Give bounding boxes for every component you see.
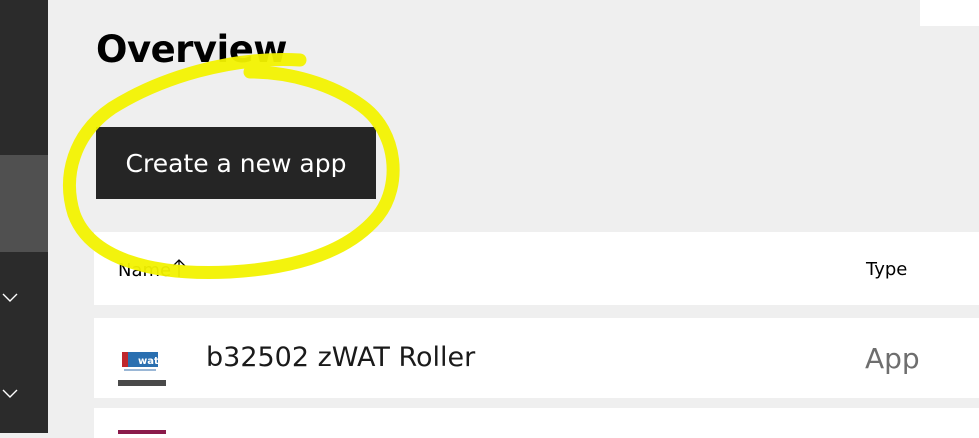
- column-header-name[interactable]: Name: [118, 258, 186, 283]
- table-row[interactable]: [94, 408, 979, 438]
- sidebar-item-selected[interactable]: [0, 155, 48, 252]
- sort-ascending-icon: [172, 258, 186, 283]
- chevron-down-icon[interactable]: [0, 384, 20, 404]
- app-icon: [118, 430, 166, 434]
- column-header-type[interactable]: Type: [866, 259, 907, 280]
- app-name[interactable]: b32502 zWAT Roller: [206, 342, 475, 373]
- table-row[interactable]: wat b32502 zWAT Roller App: [94, 318, 979, 398]
- table-header: Name Type: [94, 232, 979, 305]
- column-name-label: Name: [118, 260, 172, 281]
- create-new-app-button[interactable]: Create a new app: [96, 127, 376, 199]
- top-right-panel: [920, 0, 979, 26]
- sidebar: [0, 0, 48, 433]
- svg-text:wat: wat: [138, 356, 159, 367]
- chevron-down-icon[interactable]: [0, 288, 20, 308]
- wat-logo-icon: wat: [118, 350, 166, 388]
- page-title: Overview: [96, 28, 288, 71]
- app-type: App: [865, 342, 920, 375]
